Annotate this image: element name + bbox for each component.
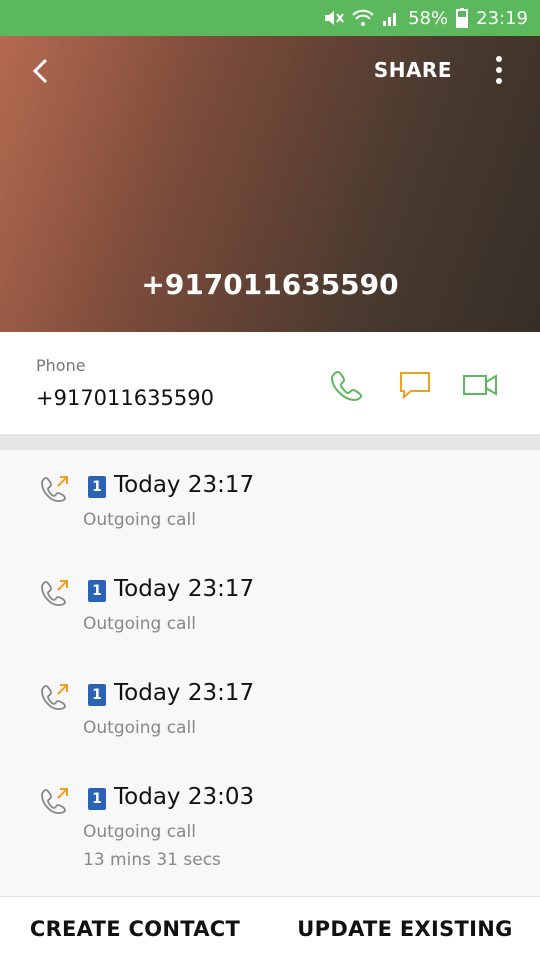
call-type: Outgoing call (83, 822, 196, 842)
call-log-item[interactable]: 1 Today 23:03 Outgoing call 13 mins 31 s… (0, 762, 540, 892)
call-type: Outgoing call (83, 510, 196, 530)
message-icon[interactable] (398, 368, 432, 402)
phone-card: Phone +917011635590 (0, 332, 540, 434)
outgoing-call-icon (40, 474, 70, 504)
signal-icon (382, 9, 400, 27)
call-log-item[interactable]: 1 Today 23:17 Outgoing call (0, 450, 540, 554)
sim-badge: 1 (88, 788, 106, 810)
create-contact-button[interactable]: CREATE CONTACT (0, 917, 270, 941)
video-call-icon[interactable] (462, 368, 497, 402)
status-bar: 58% 23:19 (0, 0, 540, 36)
call-type: Outgoing call (83, 614, 196, 634)
wifi-icon (352, 9, 374, 27)
phone-number[interactable]: +917011635590 (36, 386, 214, 410)
section-divider (0, 434, 540, 450)
call-icon[interactable] (330, 368, 364, 402)
call-time: Today 23:17 (114, 680, 255, 706)
outgoing-call-icon (40, 682, 70, 712)
clock: 23:19 (476, 7, 528, 29)
bottom-action-bar: CREATE CONTACT UPDATE EXISTING (0, 896, 540, 961)
outgoing-call-icon (40, 786, 70, 816)
contact-header: SHARE +917011635590 (0, 36, 540, 332)
sim-badge: 1 (88, 580, 106, 602)
battery-percent: 58% (408, 7, 449, 29)
share-button[interactable]: SHARE (374, 58, 452, 82)
update-existing-button[interactable]: UPDATE EXISTING (270, 917, 540, 941)
call-log-item[interactable]: 1 Today 23:17 Outgoing call (0, 554, 540, 658)
sim-badge: 1 (88, 476, 106, 498)
call-time: Today 23:03 (114, 784, 255, 810)
mute-icon (322, 9, 344, 27)
call-log-item[interactable]: 1 Today 23:17 Outgoing call (0, 658, 540, 762)
back-arrow-icon[interactable] (26, 56, 56, 86)
call-type: Outgoing call (83, 718, 196, 738)
phone-label: Phone (36, 356, 86, 375)
sim-badge: 1 (88, 684, 106, 706)
outgoing-call-icon (40, 578, 70, 608)
call-duration: 13 mins 31 secs (83, 850, 221, 870)
header-phone-number: +917011635590 (141, 268, 399, 301)
call-time: Today 23:17 (114, 576, 255, 602)
more-options-icon[interactable] (494, 56, 504, 86)
call-time: Today 23:17 (114, 472, 255, 498)
battery-icon (456, 8, 469, 28)
call-log-list: 1 Today 23:17 Outgoing call 1 Today 23:1… (0, 450, 540, 896)
